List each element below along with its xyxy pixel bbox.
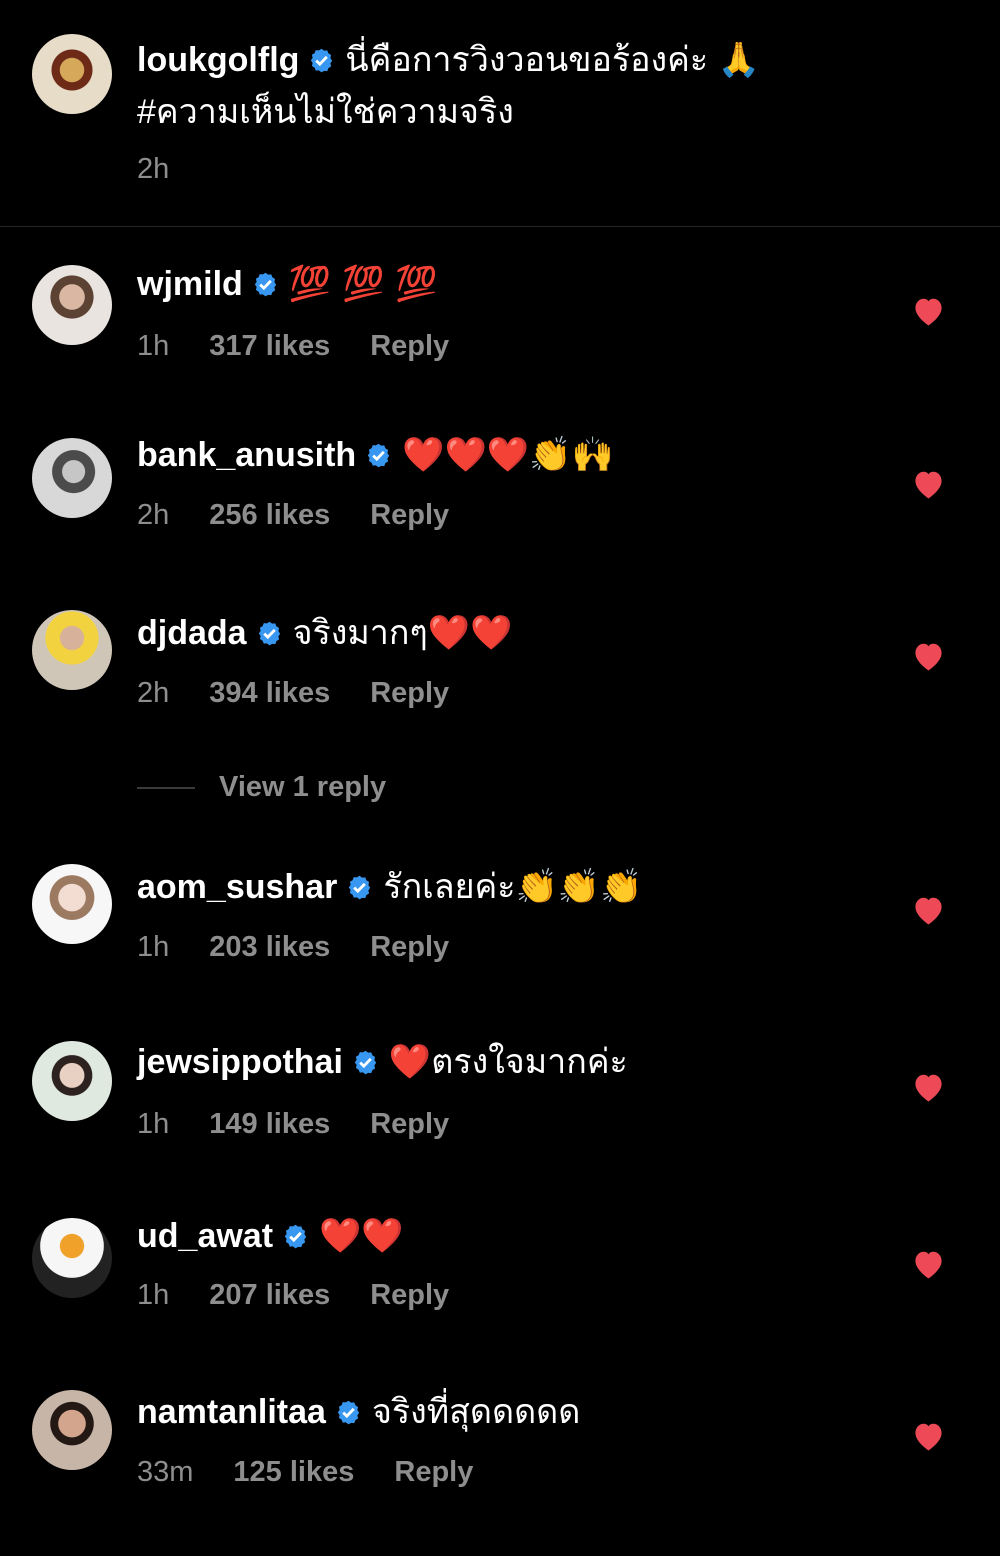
likes-count[interactable]: 125 likes (233, 1456, 354, 1488)
avatar[interactable] (32, 438, 112, 518)
comment-meta: 1h 317 likes Reply (137, 330, 450, 362)
comment: djdada จริงมากๆ❤️❤️ 2h 394 likes Reply (0, 610, 1000, 730)
comment-line: djdada จริงมากๆ❤️❤️ (137, 611, 512, 655)
avatar[interactable] (32, 34, 112, 114)
comment-line: bank_anusith ❤️❤️❤️👏🙌 (137, 433, 614, 477)
comment-line: wjmild 💯 💯 💯 (137, 262, 437, 306)
post-caption-text: นี่คือการวิงวอนขอร้องค่ะ 🙏 (345, 41, 760, 79)
reply-button[interactable]: Reply (370, 1108, 449, 1140)
comment-meta: 2h 394 likes Reply (137, 677, 450, 709)
likes-count[interactable]: 149 likes (209, 1108, 330, 1140)
comment-text: รักเลยค่ะ👏👏👏 (383, 867, 643, 907)
verified-badge-icon (367, 443, 390, 468)
heart-icon[interactable] (912, 895, 945, 925)
comment-text: 💯 💯 💯 (288, 264, 438, 304)
comment-meta: 2h 256 likes Reply (137, 499, 450, 531)
comment-username[interactable]: namtanlitaa (137, 1393, 326, 1431)
reply-button[interactable]: Reply (370, 499, 449, 531)
comment-text: ❤️❤️❤️👏🙌 (402, 435, 614, 475)
comment: aom_sushar รักเลยค่ะ👏👏👏 1h 203 likes Reply (0, 864, 1000, 984)
verified-badge-icon (258, 621, 280, 646)
heart-icon[interactable] (912, 641, 945, 671)
avatar[interactable] (32, 1041, 112, 1121)
avatar[interactable] (32, 864, 112, 944)
heart-icon[interactable] (912, 1421, 945, 1451)
comment-meta: 1h 149 likes Reply (137, 1108, 450, 1140)
comment-text: จริงที่สุดดดดด (371, 1393, 581, 1431)
comment: namtanlitaa จริงที่สุดดดดด 33m 125 likes Re… (0, 1390, 1000, 1510)
post-caption-line: loukgolflg นี่คือการวิงวอนขอร้องค่ะ 🙏 (137, 38, 760, 82)
comment-text: ❤️❤️ (319, 1216, 404, 1256)
verified-badge-icon (284, 1224, 307, 1249)
post-time: 2h (137, 153, 170, 185)
comment-text: จริงมากๆ❤️❤️ (292, 613, 513, 653)
reply-button[interactable]: Reply (370, 330, 449, 362)
reply-button[interactable]: Reply (370, 931, 449, 963)
comment-text: ❤️ตรงใจมากค่ะ (388, 1042, 628, 1082)
avatar[interactable] (32, 1218, 112, 1298)
comment-username[interactable]: ud_awat (137, 1217, 273, 1255)
verified-badge-icon (354, 1050, 377, 1075)
post-username[interactable]: loukgolflg (137, 41, 299, 79)
comment: jewsippothai ❤️ตรงใจมากค่ะ 1h 149 likes Rep… (0, 1041, 1000, 1161)
comment-line: jewsippothai ❤️ตรงใจมากค่ะ (137, 1040, 628, 1084)
comment: ud_awat ❤️❤️ 1h 207 likes Reply (0, 1216, 1000, 1338)
heart-icon[interactable] (912, 469, 945, 499)
comment-meta: 33m 125 likes Reply (137, 1456, 474, 1488)
comment-username[interactable]: wjmild (137, 265, 243, 303)
avatar[interactable] (32, 1390, 112, 1470)
comment-line: namtanlitaa จริงที่สุดดดดด (137, 1390, 580, 1434)
view-replies-line (137, 787, 195, 790)
comment-username[interactable]: djdada (137, 614, 247, 652)
view-replies-button[interactable]: View 1 reply (137, 768, 386, 806)
post-caption: loukgolflg นี่คือการวิงวอนขอร้องค่ะ 🙏 #คว… (0, 0, 1000, 226)
verified-badge-icon (349, 875, 371, 900)
comment-line: aom_sushar รักเลยค่ะ👏👏👏 (137, 865, 643, 909)
comment-line: ud_awat ❤️❤️ (137, 1214, 404, 1258)
heart-icon[interactable] (912, 296, 945, 326)
reply-button[interactable]: Reply (370, 677, 449, 709)
likes-count[interactable]: 394 likes (209, 677, 330, 709)
likes-count[interactable]: 207 likes (209, 1279, 330, 1311)
comment: wjmild 💯 💯 💯 1h 317 likes Reply (0, 262, 1000, 385)
verified-badge-icon (254, 272, 276, 297)
likes-count[interactable]: 256 likes (209, 499, 330, 531)
comment-meta: 1h 203 likes Reply (137, 931, 450, 963)
post-hashtag[interactable]: #ความเห็นไม่ใช่ความจริง (137, 90, 514, 134)
comment-username[interactable]: jewsippothai (137, 1043, 343, 1081)
reply-button[interactable]: Reply (370, 1279, 449, 1311)
verified-badge-icon (337, 1400, 360, 1425)
divider (0, 226, 1000, 227)
verified-badge-icon (311, 48, 333, 73)
comment-username[interactable]: bank_anusith (137, 436, 356, 474)
reply-button[interactable]: Reply (394, 1456, 473, 1488)
likes-count[interactable]: 317 likes (209, 330, 330, 362)
avatar[interactable] (32, 265, 112, 345)
comment-meta: 1h 207 likes Reply (137, 1279, 450, 1311)
comment-username[interactable]: aom_sushar (137, 868, 337, 906)
avatar[interactable] (32, 610, 112, 690)
heart-icon[interactable] (912, 1249, 945, 1279)
comment: bank_anusith ❤️❤️❤️👏🙌 2h 256 likes Reply (0, 435, 1000, 558)
likes-count[interactable]: 203 likes (209, 931, 330, 963)
heart-icon[interactable] (912, 1072, 945, 1102)
